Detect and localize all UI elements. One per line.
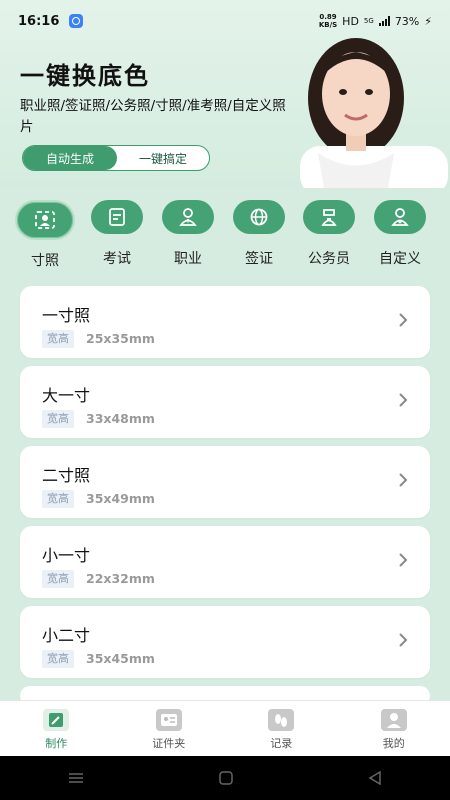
status-time: 16:16 bbox=[18, 13, 60, 29]
category-exam[interactable]: 考试 bbox=[84, 200, 150, 268]
civil-servant-icon bbox=[303, 200, 355, 234]
category-label: 职业 bbox=[174, 251, 202, 267]
chevron-right-icon bbox=[399, 313, 408, 327]
chevron-right-icon bbox=[399, 473, 408, 487]
size-card[interactable]: 二寸照 宽高 35x49mm bbox=[20, 446, 430, 518]
category-civil-servant[interactable]: 公务员 bbox=[296, 200, 362, 268]
battery-level: 73% bbox=[394, 14, 420, 28]
card-title: 大一寸 bbox=[42, 386, 91, 405]
category-professional[interactable]: 职业 bbox=[155, 200, 221, 268]
category-custom[interactable]: 自定义 bbox=[367, 200, 433, 268]
card-title: 二寸照 bbox=[42, 466, 91, 485]
nav-label: 证件夹 bbox=[152, 737, 186, 750]
category-label: 自定义 bbox=[379, 251, 421, 267]
system-navigation-bar bbox=[0, 756, 450, 800]
card-tag: 宽高 bbox=[42, 330, 74, 348]
signal-icon bbox=[378, 16, 390, 26]
card-size: 35x49mm bbox=[86, 491, 155, 506]
size-card[interactable]: 大一寸 宽高 33x48mm bbox=[20, 366, 430, 438]
card-size: 35x45mm bbox=[86, 651, 155, 666]
globe-icon bbox=[233, 200, 285, 234]
category-label: 公务员 bbox=[308, 251, 350, 267]
id-photo-icon bbox=[15, 200, 75, 240]
category-label: 考试 bbox=[103, 251, 131, 267]
app-notification-icon bbox=[69, 14, 84, 28]
card-size: 33x48mm bbox=[86, 411, 155, 426]
profile-icon bbox=[380, 709, 407, 731]
category-id-photo[interactable]: 寸照 bbox=[12, 200, 78, 270]
auto-generate-button[interactable]: 自动生成 bbox=[23, 146, 117, 170]
charging-icon: ⚡ bbox=[424, 14, 432, 28]
nav-make[interactable]: 制作 bbox=[0, 701, 113, 756]
size-card[interactable]: 小一寸 宽高 22x32mm bbox=[20, 526, 430, 598]
card-tag: 宽高 bbox=[42, 410, 74, 428]
category-visa[interactable]: 签证 bbox=[226, 200, 292, 268]
network-speed: 0.89 KB/S bbox=[318, 13, 338, 29]
status-bar: 16:16 0.89 KB/S HD 5G 73% ⚡ bbox=[0, 0, 450, 42]
home-icon[interactable] bbox=[218, 771, 234, 785]
card-title: 小二寸 bbox=[42, 626, 91, 645]
hero-title: 一键换底色 bbox=[20, 62, 150, 90]
menu-icon[interactable] bbox=[67, 771, 85, 785]
nav-label: 记录 bbox=[270, 737, 293, 750]
category-label: 签证 bbox=[245, 251, 273, 267]
network-type: 5G bbox=[363, 17, 374, 25]
card-tag: 宽高 bbox=[42, 650, 74, 668]
card-tag: 宽高 bbox=[42, 490, 74, 508]
card-size: 22x32mm bbox=[86, 571, 155, 586]
portrait-image bbox=[248, 28, 448, 188]
size-card[interactable]: 小二寸 宽高 35x45mm bbox=[20, 606, 430, 678]
footprint-icon bbox=[268, 709, 295, 731]
id-card-icon bbox=[155, 709, 182, 731]
card-title: 一寸照 bbox=[42, 306, 91, 325]
custom-user-icon bbox=[374, 200, 426, 234]
one-click-button[interactable]: 一键搞定 bbox=[117, 146, 209, 170]
nav-id-folder[interactable]: 证件夹 bbox=[113, 701, 226, 756]
hd-indicator: HD bbox=[342, 14, 359, 28]
exam-icon bbox=[91, 200, 143, 234]
nav-label: 制作 bbox=[45, 737, 68, 750]
chevron-right-icon bbox=[399, 553, 408, 567]
bottom-navigation: 制作 证件夹 记录 我的 bbox=[0, 700, 450, 756]
professional-icon bbox=[162, 200, 214, 234]
nav-records[interactable]: 记录 bbox=[225, 701, 338, 756]
chevron-right-icon bbox=[399, 393, 408, 407]
nav-profile[interactable]: 我的 bbox=[338, 701, 450, 756]
edit-icon bbox=[43, 709, 70, 731]
category-row: 寸照 考试 职业 签证 公务员 自定义 bbox=[0, 200, 450, 280]
back-icon[interactable] bbox=[367, 771, 383, 785]
hero-action-pill[interactable]: 自动生成 一键搞定 bbox=[22, 145, 210, 171]
nav-label: 我的 bbox=[382, 737, 405, 750]
card-tag: 宽高 bbox=[42, 570, 74, 588]
chevron-right-icon bbox=[399, 633, 408, 647]
size-card[interactable]: 一寸照 宽高 25x35mm bbox=[20, 286, 430, 358]
category-label: 寸照 bbox=[31, 253, 59, 269]
card-size: 25x35mm bbox=[86, 331, 155, 346]
card-title: 小一寸 bbox=[42, 546, 91, 565]
